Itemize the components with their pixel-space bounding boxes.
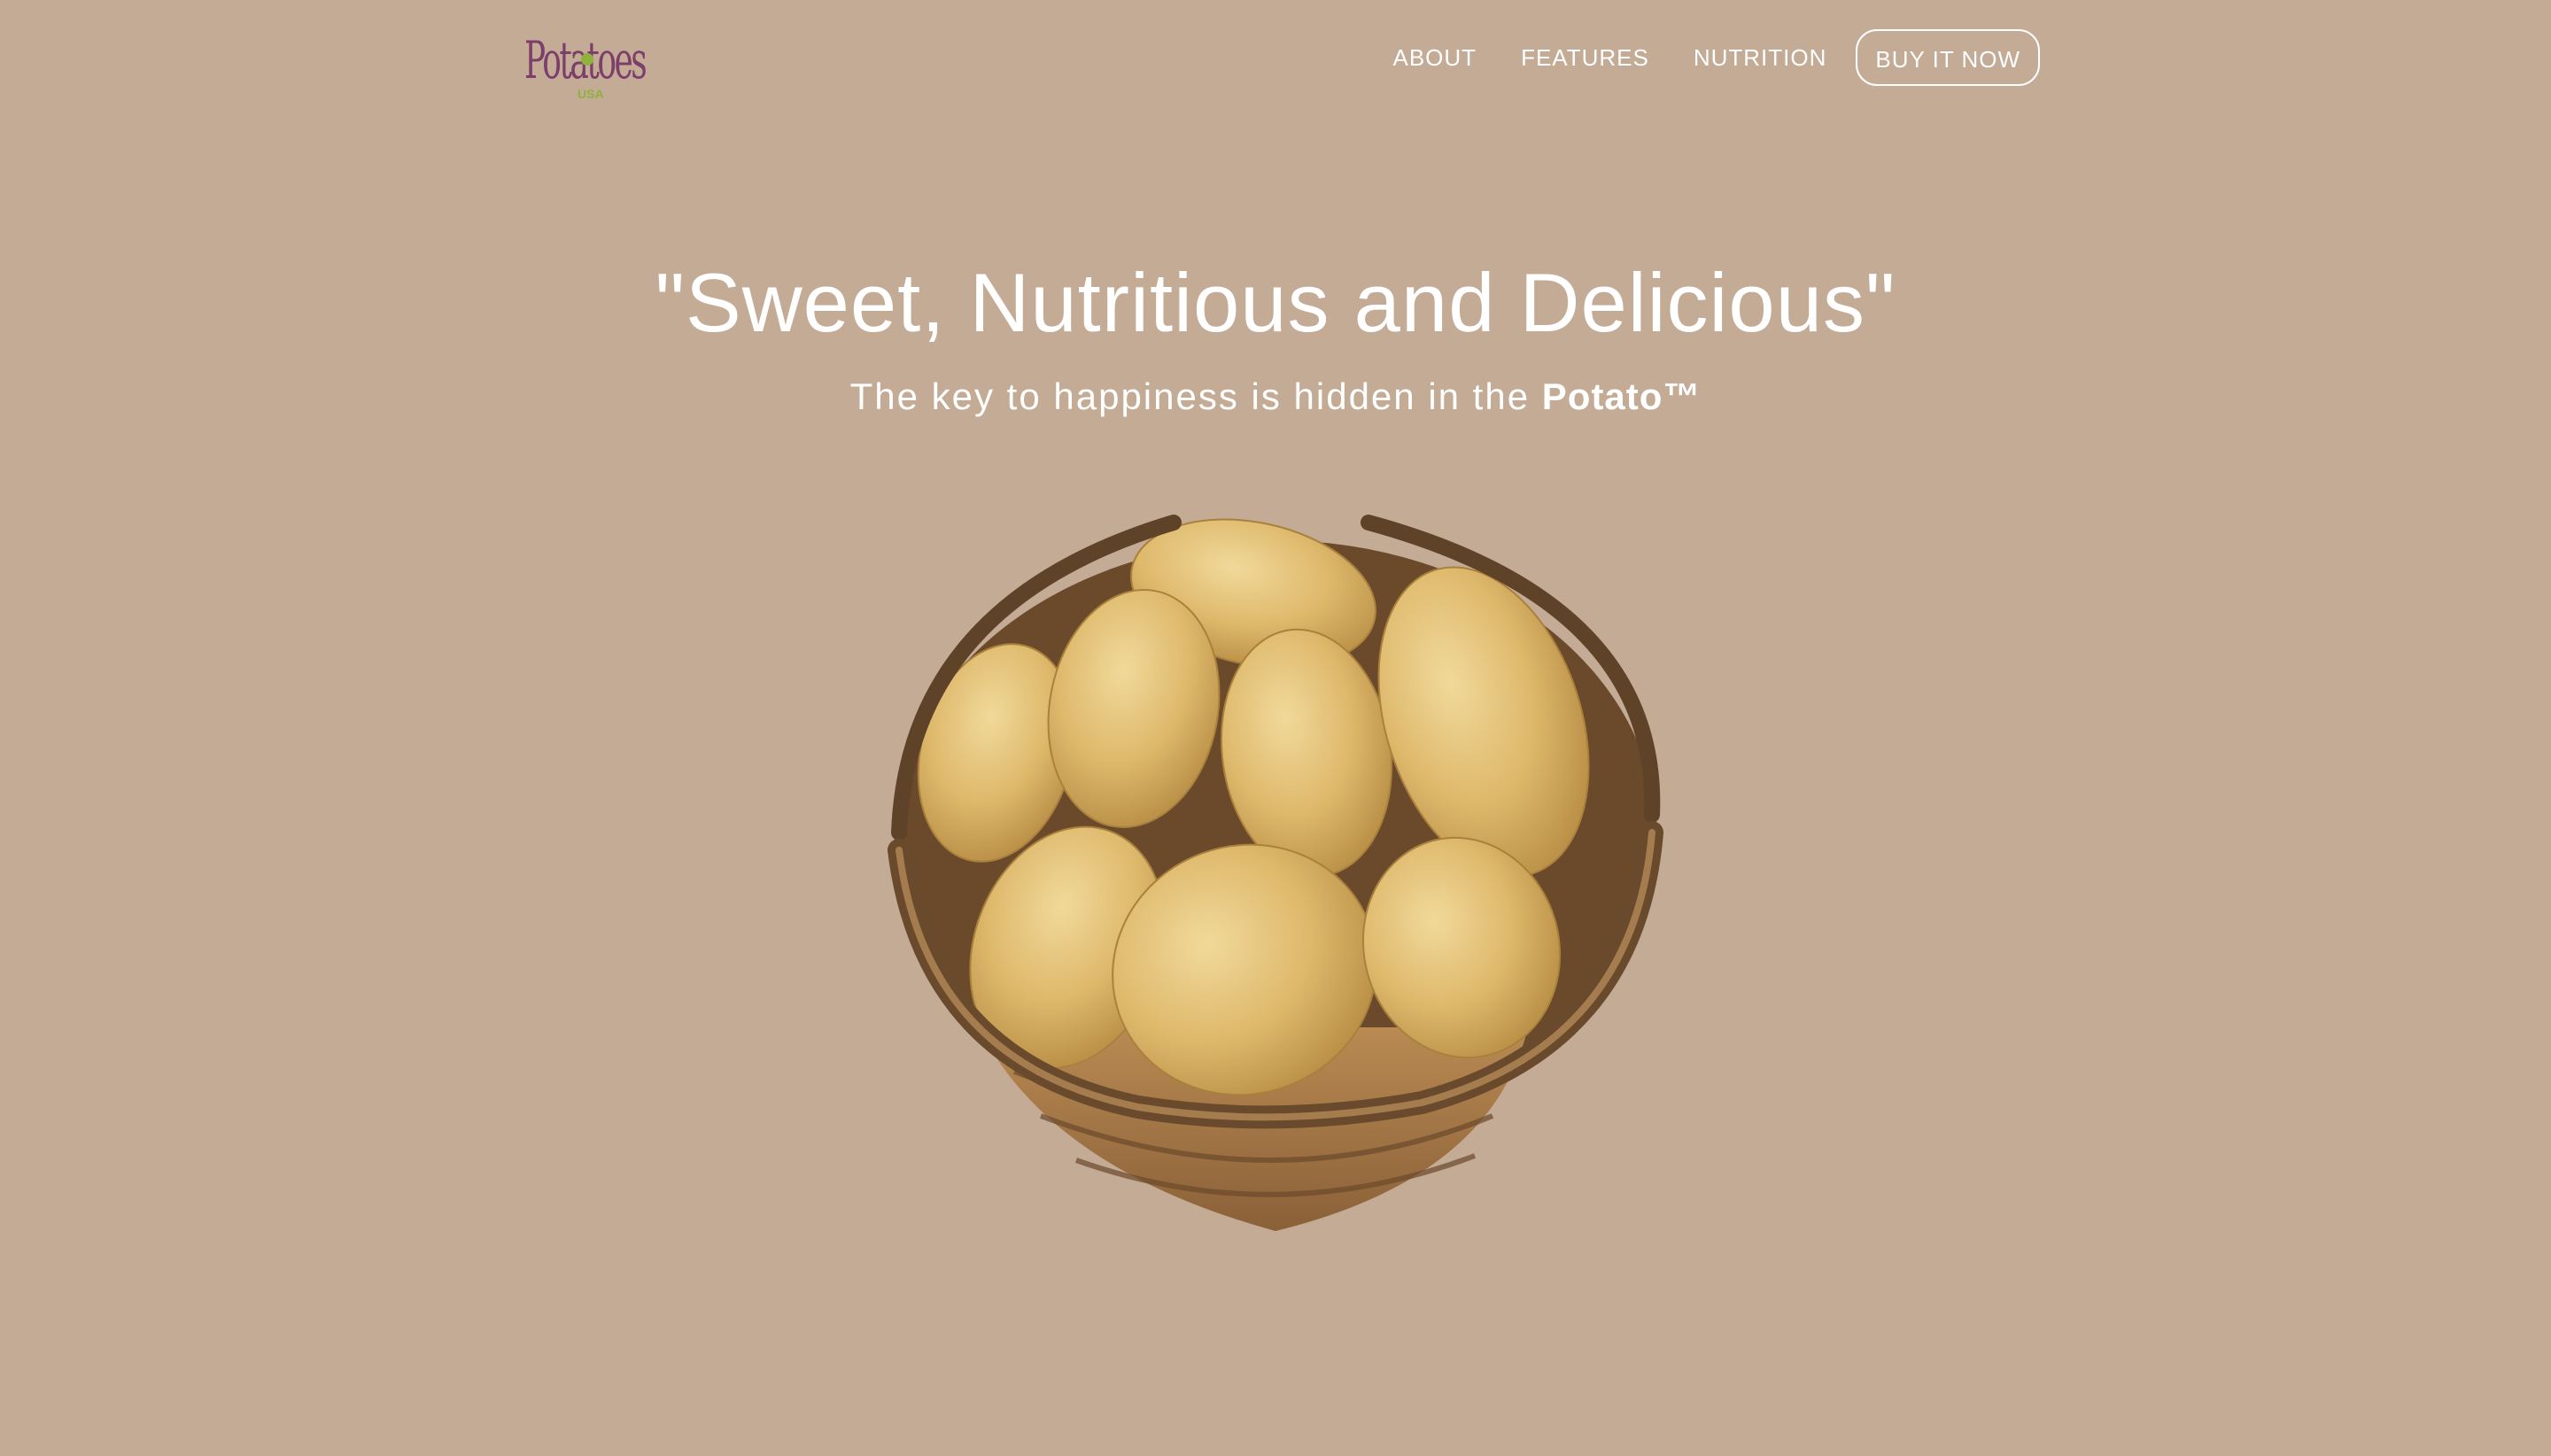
hero-subtitle-brand: Potato™ (1541, 376, 1702, 417)
basket-of-potatoes-image (872, 496, 1679, 1240)
hero-title: "Sweet, Nutritious and Delicious" (655, 256, 1896, 349)
logo-sub: USA (578, 87, 604, 101)
hero-subtitle-prefix: The key to happiness is hidden in the (849, 376, 1542, 417)
hero-subtitle: The key to happiness is hidden in the Po… (0, 370, 2551, 423)
nav-about[interactable]: ABOUT (1370, 27, 1499, 89)
landing-page: Potatoes USA ABOUT FEATURES NUTRITION BU… (0, 0, 2551, 1456)
nav-nutrition[interactable]: NUTRITION (1671, 27, 1849, 89)
buy-it-now-button[interactable]: BUY IT NOW (1856, 29, 2040, 86)
site-logo[interactable]: Potatoes USA (524, 25, 647, 105)
nav-features[interactable]: FEATURES (1499, 27, 1671, 89)
main-nav: ABOUT FEATURES NUTRITION BUY IT NOW (1370, 27, 2040, 89)
logo-leaf-icon (581, 53, 593, 66)
